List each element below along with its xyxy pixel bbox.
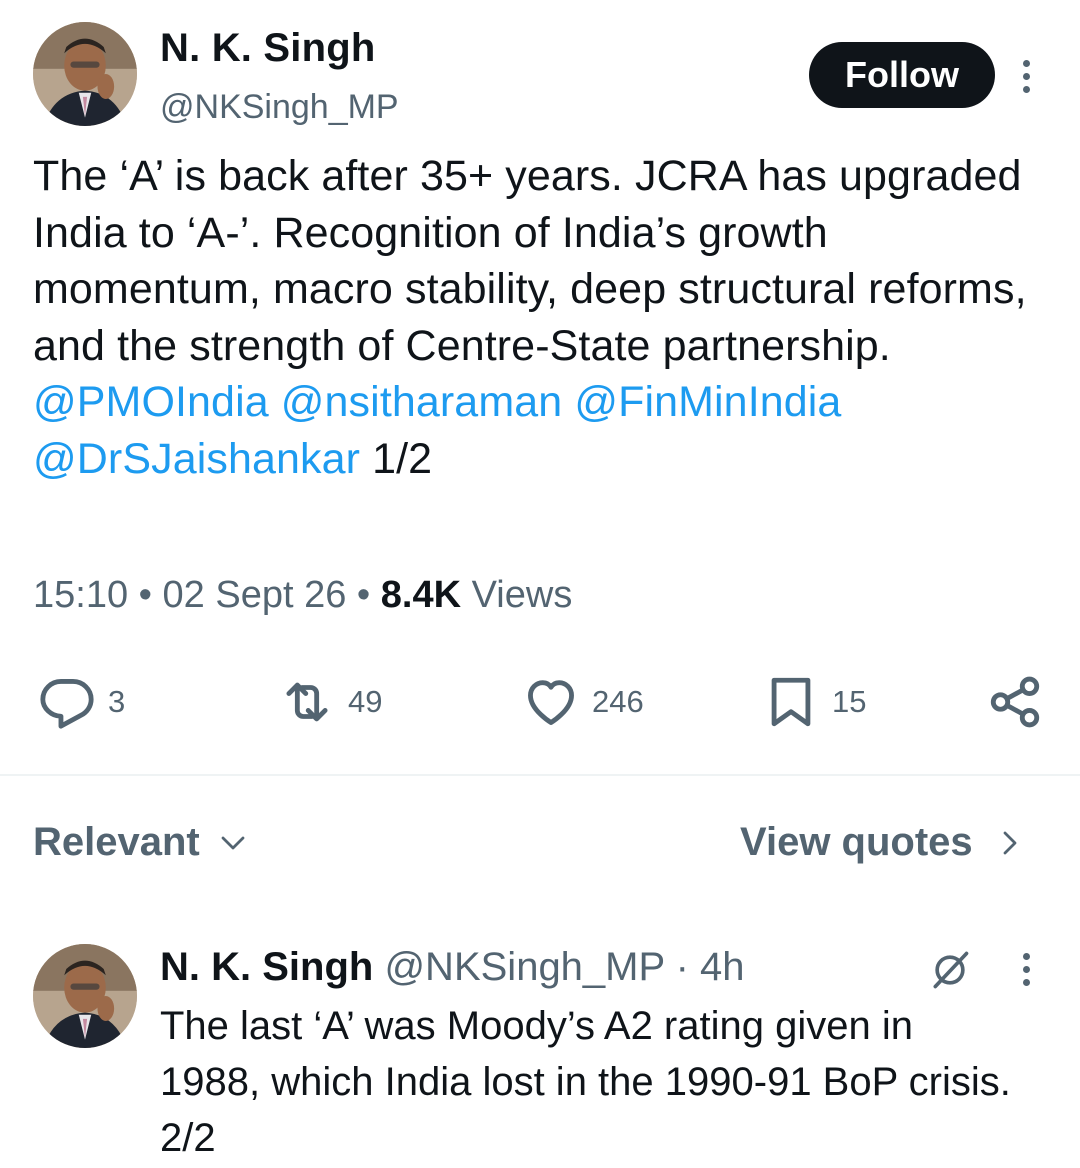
thread-marker: 1/2 [372,434,433,483]
reply-author-name[interactable]: N. K. Singh [160,945,373,989]
reply-count: 3 [108,684,126,719]
mention-nsitharaman[interactable]: @nsitharaman [281,378,562,426]
tweet-time[interactable]: 15:10 [33,574,128,616]
share-icon [986,673,1044,731]
mention-drsjaishankar[interactable]: @DrSJaishankar [33,435,360,483]
sort-label: Relevant [33,820,200,864]
like-button[interactable]: 246 [522,672,644,732]
views-count: 8.4K [380,574,462,616]
retweet-count: 49 [348,684,383,719]
divider [0,774,1080,776]
tweet-date[interactable]: 02 Sept 26 [163,574,347,616]
chevron-down-icon [221,836,245,849]
author-name[interactable]: N. K. Singh [160,26,376,71]
reply-time[interactable]: 4h [700,945,745,989]
reply-more-icon[interactable] [1020,953,1032,986]
reply-button[interactable]: 3 [38,672,125,732]
reply-text: The last ‘A’ was Moody’s A2 rating given… [160,1004,1011,1160]
avatar-photo [33,944,137,1048]
grok-icon[interactable] [928,948,972,992]
bookmark-count: 15 [832,684,867,719]
view-quotes-label: View quotes [740,820,973,864]
retweet-button[interactable]: 49 [278,672,382,732]
reply-author-avatar[interactable] [33,944,137,1048]
reply-author-handle[interactable]: @NKSingh_MP [384,945,664,989]
sort-dropdown[interactable]: Relevant [33,820,248,865]
bookmark-button[interactable]: 15 [762,672,866,732]
chevron-right-icon [1003,831,1017,854]
mention-pmoindia[interactable]: @PMOIndia [33,378,269,426]
reply-dot: · [675,945,689,989]
reply-icon [38,673,96,731]
tweet-text: The ‘A’ is back after 35+ years. JCRA ha… [33,148,1043,487]
more-icon[interactable] [1020,60,1032,93]
meta-separator: • [138,574,152,616]
share-button[interactable] [986,672,1044,732]
avatar-photo [33,22,137,126]
author-handle[interactable]: @NKSingh_MP [160,88,399,127]
tweet-body: The ‘A’ is back after 35+ years. JCRA ha… [33,152,1027,370]
like-icon [522,673,580,731]
retweet-icon [278,673,336,731]
view-quotes-link[interactable]: View quotes [740,820,1025,865]
follow-button[interactable]: Follow [809,42,995,108]
mention-finminindia[interactable]: @FinMinIndia [574,378,841,426]
reply-header: N. K. Singh @NKSingh_MP · 4h [160,945,745,990]
like-count: 246 [592,684,644,719]
tweet-meta: 15:10 • 02 Sept 26 • 8.4K Views [33,574,572,617]
meta-separator: • [356,574,371,616]
bookmark-icon [762,673,820,731]
author-avatar[interactable] [33,22,137,126]
views-label: Views [471,574,573,616]
